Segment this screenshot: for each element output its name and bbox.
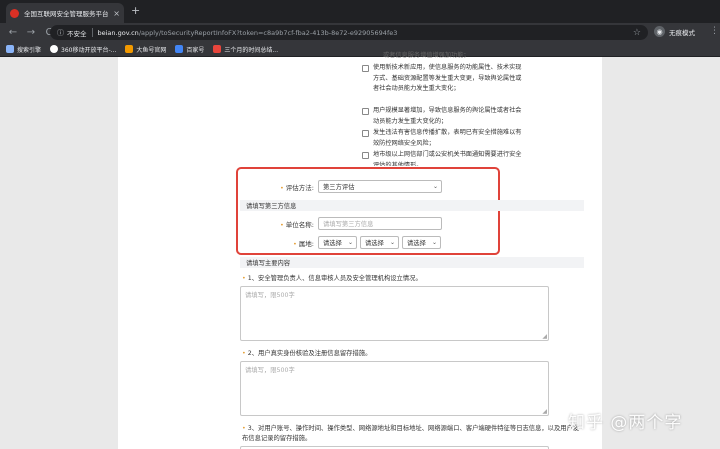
bookmarks-bar: 搜索引擎 360移动开放平台-... 大鱼号官网 百家号 三个月的时间总结... xyxy=(0,42,720,57)
bookmark-label: 大鱼号官网 xyxy=(136,46,167,54)
city-select-value: 请选择 xyxy=(365,240,384,247)
checkbox-label: 用户规模显著增加，导致信息服务的舆论属性或者社会动员能力发生重大变化的； xyxy=(373,107,522,125)
bookmark-label: 360移动开放平台-... xyxy=(61,46,117,54)
unit-name-placeholder: 请填写第三方信息 xyxy=(323,221,374,228)
back-button[interactable]: ← xyxy=(8,27,18,38)
address-bar[interactable]: ⓘ 不安全 beian.gov.cn /apply/toSecurityRepo… xyxy=(50,25,648,40)
textarea-placeholder: 请填写，限500字 xyxy=(245,367,295,374)
question-title: • 2、用户真实身份核验及注册信息留存措施。 xyxy=(242,350,372,357)
bookmark-label: 搜索引擎 xyxy=(17,46,42,54)
checkbox-item[interactable]: 发生违法有害信息传播扩散，表明已有安全措施难以有效防控网络安全风险； xyxy=(362,128,523,149)
bookmark-star-icon[interactable]: ☆ xyxy=(633,28,641,38)
url-path: /apply/toSecurityReportInfoFX?token=c8a9… xyxy=(138,28,398,37)
bookmark-favicon-icon xyxy=(125,45,134,53)
main-content-section-header: 请填写主要内容 xyxy=(240,257,584,268)
question-title: • 3、对用户账号、操作时间、操作类型、网络源地址和目标地址、网络源端口、客户端… xyxy=(242,425,580,442)
bookmark-label: 三个月的时间总结... xyxy=(224,46,279,54)
security-label: 不安全 xyxy=(67,29,87,38)
city-select[interactable]: 请选择 ⌄ xyxy=(360,236,399,249)
checkbox[interactable] xyxy=(362,130,369,137)
new-tab-button[interactable]: + xyxy=(131,4,140,17)
checkbox-item[interactable]: 地市级以上网信部门或公安机关书面通知需要进行安全评估的其他情形。 xyxy=(362,150,523,166)
chevron-down-icon: ⌄ xyxy=(347,239,353,246)
folder-icon xyxy=(6,45,14,53)
bookmark-item[interactable]: 三个月的时间总结... xyxy=(213,45,278,54)
forward-button[interactable]: → xyxy=(26,27,36,38)
unit-name-row: • 单位名称: 请填写第三方信息 xyxy=(244,217,442,230)
incognito-profile[interactable]: ◉ 无痕模式 xyxy=(654,26,695,37)
province-select-value: 请选择 xyxy=(323,240,342,247)
incognito-icon: ◉ xyxy=(654,26,665,37)
eval-method-row: • 评估方法: 第三方评估 ⌄ xyxy=(244,180,442,193)
question-title: • 1、安全管理负责人、信息审核人员及安全管理机构设立情况。 xyxy=(242,275,422,282)
checkbox[interactable] xyxy=(362,65,369,72)
section-title: 请填写第三方信息 xyxy=(246,203,297,210)
province-select[interactable]: 请选择 ⌄ xyxy=(318,236,357,249)
eval-method-value: 第三方评估 xyxy=(323,184,355,191)
resize-grip-icon[interactable]: ◢ xyxy=(542,408,547,415)
section-title: 请填写主要内容 xyxy=(246,260,291,267)
site-favicon-icon xyxy=(10,8,19,18)
browser-toolbar: ← → C ⓘ 不安全 beian.gov.cn /apply/toSecuri… xyxy=(0,23,720,42)
third-party-section-header: 请填写第三方信息 xyxy=(240,200,584,211)
bookmark-item[interactable]: 百家号 xyxy=(175,45,204,54)
checkbox[interactable] xyxy=(362,108,369,115)
bookmark-item[interactable]: 大鱼号官网 xyxy=(125,45,166,54)
chevron-down-icon: ⌄ xyxy=(389,239,395,246)
address-divider xyxy=(91,28,93,37)
bookmark-favicon-icon xyxy=(175,45,184,53)
browser-tab-bar: 全国互联网安全管理服务平台 × + xyxy=(0,0,720,23)
bookmark-item[interactable]: 搜索引擎 xyxy=(6,45,41,54)
bookmark-label: 百家号 xyxy=(186,46,205,54)
chevron-down-icon: ⌄ xyxy=(432,183,438,190)
bookmark-item[interactable]: 360移动开放平台-... xyxy=(50,45,116,54)
unit-name-label: • 单位名称: xyxy=(279,220,314,229)
resize-grip-icon[interactable]: ◢ xyxy=(542,333,547,340)
checkbox-label: 发生违法有害信息传播扩散，表明已有安全措施难以有效防控网络安全风险； xyxy=(373,129,522,147)
bookmark-favicon-icon xyxy=(50,45,59,53)
profile-label: 无痕模式 xyxy=(669,28,695,37)
eval-method-select[interactable]: 第三方评估 ⌄ xyxy=(318,180,442,193)
checkbox-item[interactable]: 使用新技术新应用，使信息服务的功能属性、技术实现方式、基础资源配置等发生重大变更… xyxy=(362,63,523,95)
checkbox-item[interactable]: 用户规模显著增加，导致信息服务的舆论属性或者社会动员能力发生重大变化的； xyxy=(362,106,523,127)
browser-menu-icon[interactable]: ⋮ xyxy=(710,26,719,36)
tab-close-icon[interactable]: × xyxy=(113,9,120,18)
unit-name-input[interactable]: 请填写第三方信息 xyxy=(318,217,442,230)
district-select-value: 请选择 xyxy=(407,240,426,247)
question-2-textarea[interactable]: 请填写，限500字 ◢ xyxy=(240,361,549,416)
checkbox-label: 地市级以上网信部门或公安机关书面通知需要进行安全评估的其他情形。 xyxy=(373,151,522,166)
eval-method-label: • 评估方法: xyxy=(279,183,314,192)
browser-tab[interactable]: 全国互联网安全管理服务平台 × xyxy=(6,3,124,23)
chevron-down-icon: ⌄ xyxy=(431,239,437,246)
url-host: beian.gov.cn xyxy=(97,28,139,37)
info-icon[interactable]: ⓘ xyxy=(57,28,64,38)
checkbox[interactable] xyxy=(362,152,369,159)
region-label: • 属地: xyxy=(292,239,314,248)
checkbox-label: 或者信息服务增值增强加功能； xyxy=(383,52,470,59)
checkbox-item[interactable]: 或者信息服务增值增强加功能； xyxy=(372,51,522,62)
watermark: 知乎 @两个字 xyxy=(568,413,683,433)
region-row: • 属地: 请选择 ⌄ 请选择 ⌄ 请选择 ⌄ xyxy=(244,236,441,249)
textarea-placeholder: 请填写，限500字 xyxy=(245,292,295,299)
checkbox-label: 使用新技术新应用，使信息服务的功能属性、技术实现方式、基础资源配置等发生重大变更… xyxy=(373,64,522,92)
question-1-textarea[interactable]: 请填写，限500字 ◢ xyxy=(240,286,549,341)
bookmark-favicon-icon xyxy=(213,45,222,53)
tab-title: 全国互联网安全管理服务平台 xyxy=(24,10,109,18)
district-select[interactable]: 请选择 ⌄ xyxy=(402,236,441,249)
